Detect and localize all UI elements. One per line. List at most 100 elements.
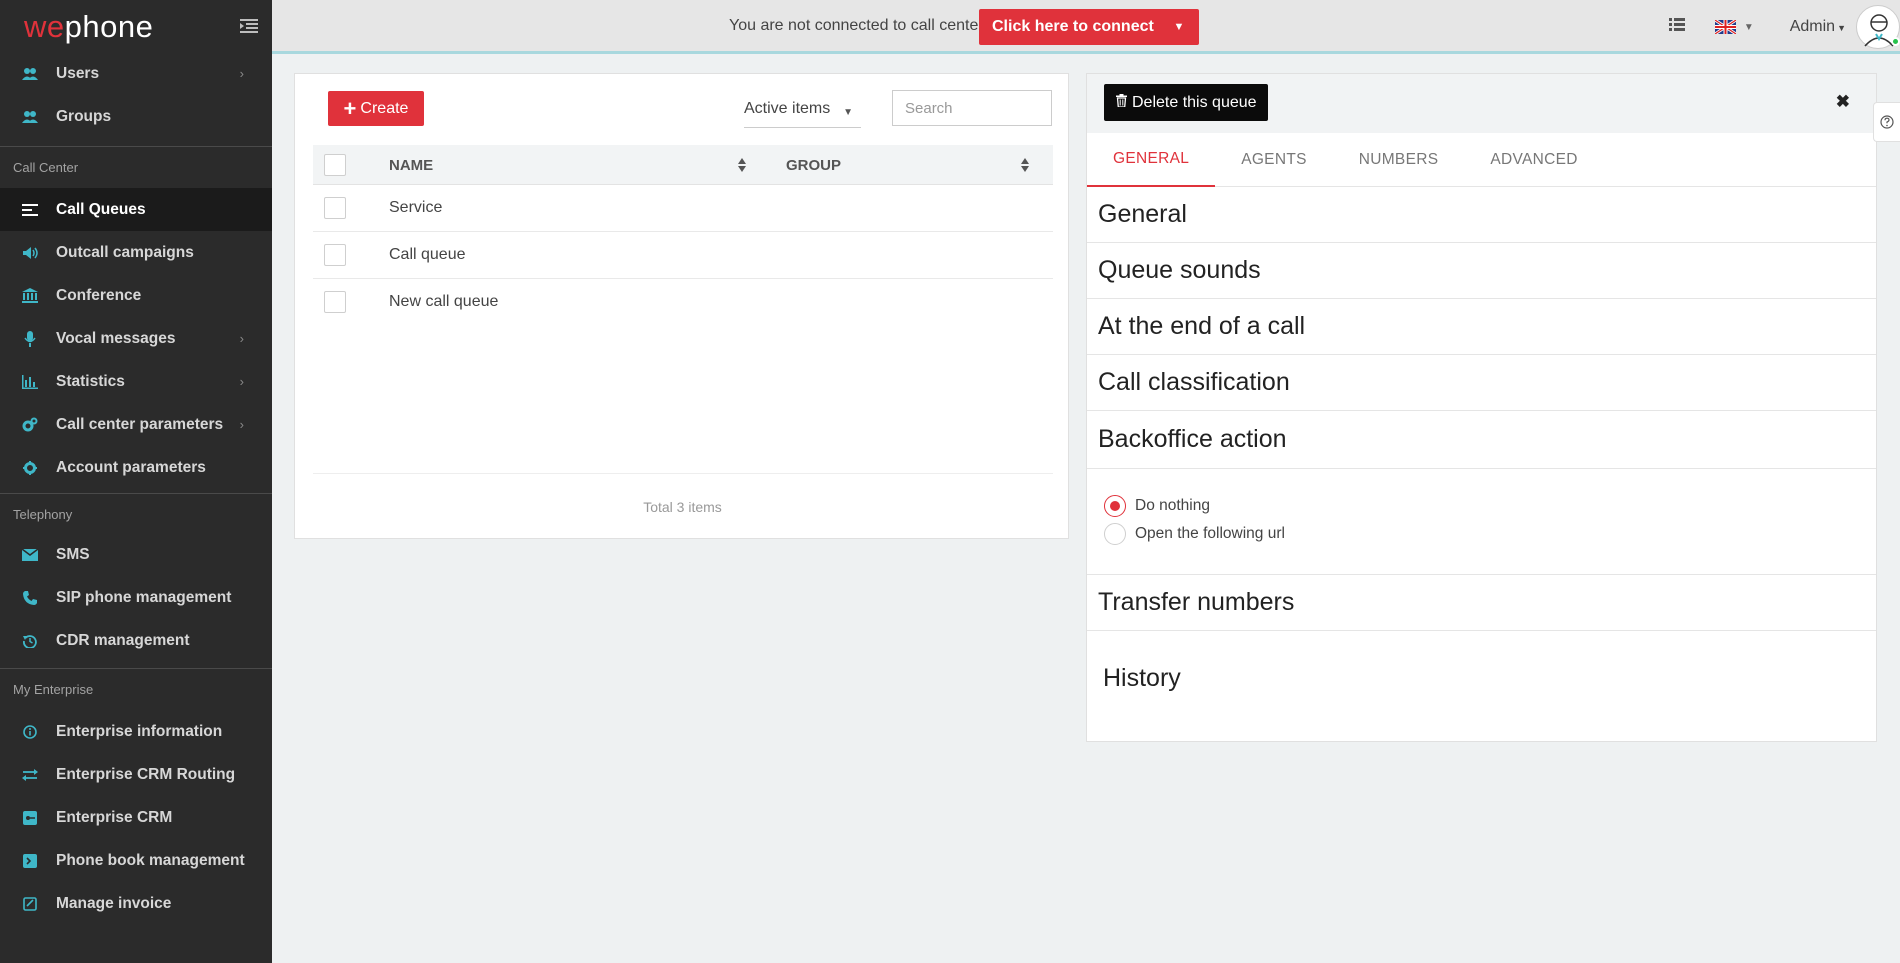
select-all-checkbox[interactable] bbox=[324, 154, 346, 176]
tab-advanced[interactable]: ADVANCED bbox=[1464, 133, 1603, 187]
queue-list-icon bbox=[22, 202, 38, 218]
section-transfer-numbers[interactable]: Transfer numbers bbox=[1087, 575, 1876, 631]
column-header-group[interactable]: GROUP bbox=[786, 157, 841, 174]
sidebar-item-enterprise-information[interactable]: Enterprise information bbox=[0, 710, 272, 753]
sidebar-item-label: Outcall campaigns bbox=[56, 243, 194, 261]
row-checkbox[interactable] bbox=[324, 244, 346, 266]
info-icon bbox=[22, 724, 38, 740]
cogs-icon bbox=[22, 417, 38, 433]
table-footer-divider bbox=[313, 473, 1053, 474]
caret-down-icon[interactable]: ▼ bbox=[1159, 21, 1199, 33]
radio-button-selected[interactable] bbox=[1104, 495, 1126, 517]
section-general[interactable]: General bbox=[1087, 187, 1876, 243]
bar-chart-icon bbox=[22, 374, 38, 390]
section-end-of-call[interactable]: At the end of a call bbox=[1087, 299, 1876, 355]
active-items-filter[interactable]: Active items ▼ bbox=[744, 100, 861, 128]
sidebar-item-outcall-campaigns[interactable]: Outcall campaigns bbox=[0, 231, 272, 274]
section-label-my-enterprise: My Enterprise bbox=[0, 668, 272, 714]
section-queue-sounds[interactable]: Queue sounds bbox=[1087, 243, 1876, 299]
filter-label: Active items bbox=[744, 100, 831, 117]
envelope-icon bbox=[22, 547, 38, 563]
sidebar-item-label: Enterprise information bbox=[56, 722, 223, 740]
sidebar-item-label: Users bbox=[56, 64, 100, 82]
tab-agents[interactable]: AGENTS bbox=[1215, 133, 1333, 187]
search-input[interactable] bbox=[892, 90, 1052, 126]
queue-detail-panel: Delete this queue ✖ GENERAL AGENTS NUMBE… bbox=[1086, 73, 1877, 742]
admin-caret-icon: ▼ bbox=[1837, 23, 1846, 33]
brand-bar: wephone bbox=[0, 0, 272, 52]
list-view-icon[interactable] bbox=[1668, 18, 1685, 36]
help-tab[interactable] bbox=[1873, 102, 1900, 142]
table-row[interactable]: Service bbox=[313, 185, 1053, 232]
wephone-logo[interactable]: wephone bbox=[24, 11, 153, 42]
sidebar-item-conference[interactable]: Conference bbox=[0, 274, 272, 317]
row-name: Call queue bbox=[389, 246, 466, 263]
microphone-icon bbox=[22, 330, 38, 347]
connect-button[interactable]: Click here to connect ▼ bbox=[979, 9, 1199, 45]
detail-toolbar: Delete this queue ✖ bbox=[1087, 74, 1876, 133]
close-icon[interactable]: ✖ bbox=[1836, 92, 1850, 112]
uk-flag-icon[interactable] bbox=[1713, 18, 1737, 36]
sidebar-item-vocal-messages[interactable]: Vocal messages › bbox=[0, 317, 272, 360]
invoice-icon bbox=[22, 896, 38, 912]
sidebar-item-label: Statistics bbox=[56, 372, 125, 390]
avatar[interactable] bbox=[1856, 5, 1900, 49]
row-checkbox[interactable] bbox=[324, 197, 346, 219]
exchange-icon bbox=[22, 767, 38, 783]
sidebar-item-label: Account parameters bbox=[56, 458, 206, 476]
connect-button-label: Click here to connect bbox=[992, 18, 1154, 35]
sidebar-item-label: Manage invoice bbox=[56, 894, 172, 912]
queue-list-panel: + Create Active items ▼ NAME GROUP Servi… bbox=[294, 73, 1069, 539]
table-row[interactable]: Call queue bbox=[313, 232, 1053, 279]
sidebar-item-call-center-parameters[interactable]: Call center parameters › bbox=[0, 403, 272, 446]
column-header-name[interactable]: NAME bbox=[389, 157, 433, 174]
sidebar-item-account-parameters[interactable]: Account parameters bbox=[0, 446, 272, 489]
sidebar-item-call-queues[interactable]: Call Queues bbox=[0, 188, 272, 231]
sidebar-item-manage-invoice[interactable]: Manage invoice bbox=[0, 882, 272, 925]
section-backoffice-action[interactable]: Backoffice action bbox=[1087, 411, 1876, 469]
create-button-label: Create bbox=[360, 99, 409, 117]
row-name: New call queue bbox=[389, 293, 499, 310]
tab-numbers[interactable]: NUMBERS bbox=[1333, 133, 1465, 187]
sidebar-item-users[interactable]: Users › bbox=[0, 52, 272, 95]
phone-icon bbox=[22, 590, 38, 606]
caret-down-icon: ▼ bbox=[843, 107, 853, 118]
table-row[interactable]: New call queue bbox=[313, 279, 1053, 326]
radio-open-url[interactable]: Open the following url bbox=[1104, 523, 1285, 545]
delete-queue-button[interactable]: Delete this queue bbox=[1104, 84, 1268, 121]
create-button[interactable]: + Create bbox=[328, 91, 424, 126]
language-caret-icon[interactable]: ▼ bbox=[1744, 22, 1754, 33]
sidebar-item-sip-phone-management[interactable]: SIP phone management bbox=[0, 576, 272, 619]
sidebar-item-enterprise-crm[interactable]: Enterprise CRM bbox=[0, 796, 272, 839]
radio-button[interactable] bbox=[1104, 523, 1126, 545]
sort-group-icon[interactable] bbox=[1020, 156, 1030, 174]
sidebar-item-groups[interactable]: Groups bbox=[0, 95, 272, 138]
chevron-right-icon: › bbox=[239, 331, 244, 346]
row-name: Service bbox=[389, 199, 443, 216]
sidebar-item-label: CDR management bbox=[56, 631, 190, 649]
tab-general[interactable]: GENERAL bbox=[1087, 133, 1216, 187]
table-header: NAME GROUP bbox=[313, 145, 1053, 185]
section-call-classification[interactable]: Call classification bbox=[1087, 355, 1876, 411]
sidebar-item-enterprise-crm-routing[interactable]: Enterprise CRM Routing bbox=[0, 753, 272, 796]
radio-do-nothing[interactable]: Do nothing bbox=[1104, 495, 1210, 517]
admin-menu[interactable]: Admin ▼ bbox=[1790, 18, 1846, 36]
history-icon bbox=[22, 633, 38, 649]
top-bar: You are not connected to call center Cli… bbox=[272, 0, 1900, 54]
section-history[interactable]: History bbox=[1103, 664, 1181, 693]
sidebar-item-cdr-management[interactable]: CDR management bbox=[0, 619, 272, 662]
logo-phone: phone bbox=[64, 8, 154, 44]
detail-tabs: GENERAL AGENTS NUMBERS ADVANCED bbox=[1087, 133, 1876, 187]
sidebar-item-sms[interactable]: SMS bbox=[0, 533, 272, 576]
sidebar: wephone Users › Groups Call Center Call … bbox=[0, 0, 272, 963]
sidebar-item-statistics[interactable]: Statistics › bbox=[0, 360, 272, 403]
row-checkbox[interactable] bbox=[324, 291, 346, 313]
sidebar-item-label: Enterprise CRM Routing bbox=[56, 765, 236, 783]
radio-label: Open the following url bbox=[1135, 525, 1285, 542]
sidebar-item-phone-book-management[interactable]: Phone book management bbox=[0, 839, 272, 882]
sidebar-item-label: Call center parameters bbox=[56, 415, 224, 433]
sort-name-icon[interactable] bbox=[737, 156, 747, 174]
sidebar-item-label: Enterprise CRM bbox=[56, 808, 173, 826]
connection-status-text: You are not connected to call center bbox=[729, 17, 984, 34]
collapse-sidebar-icon[interactable] bbox=[240, 19, 258, 33]
